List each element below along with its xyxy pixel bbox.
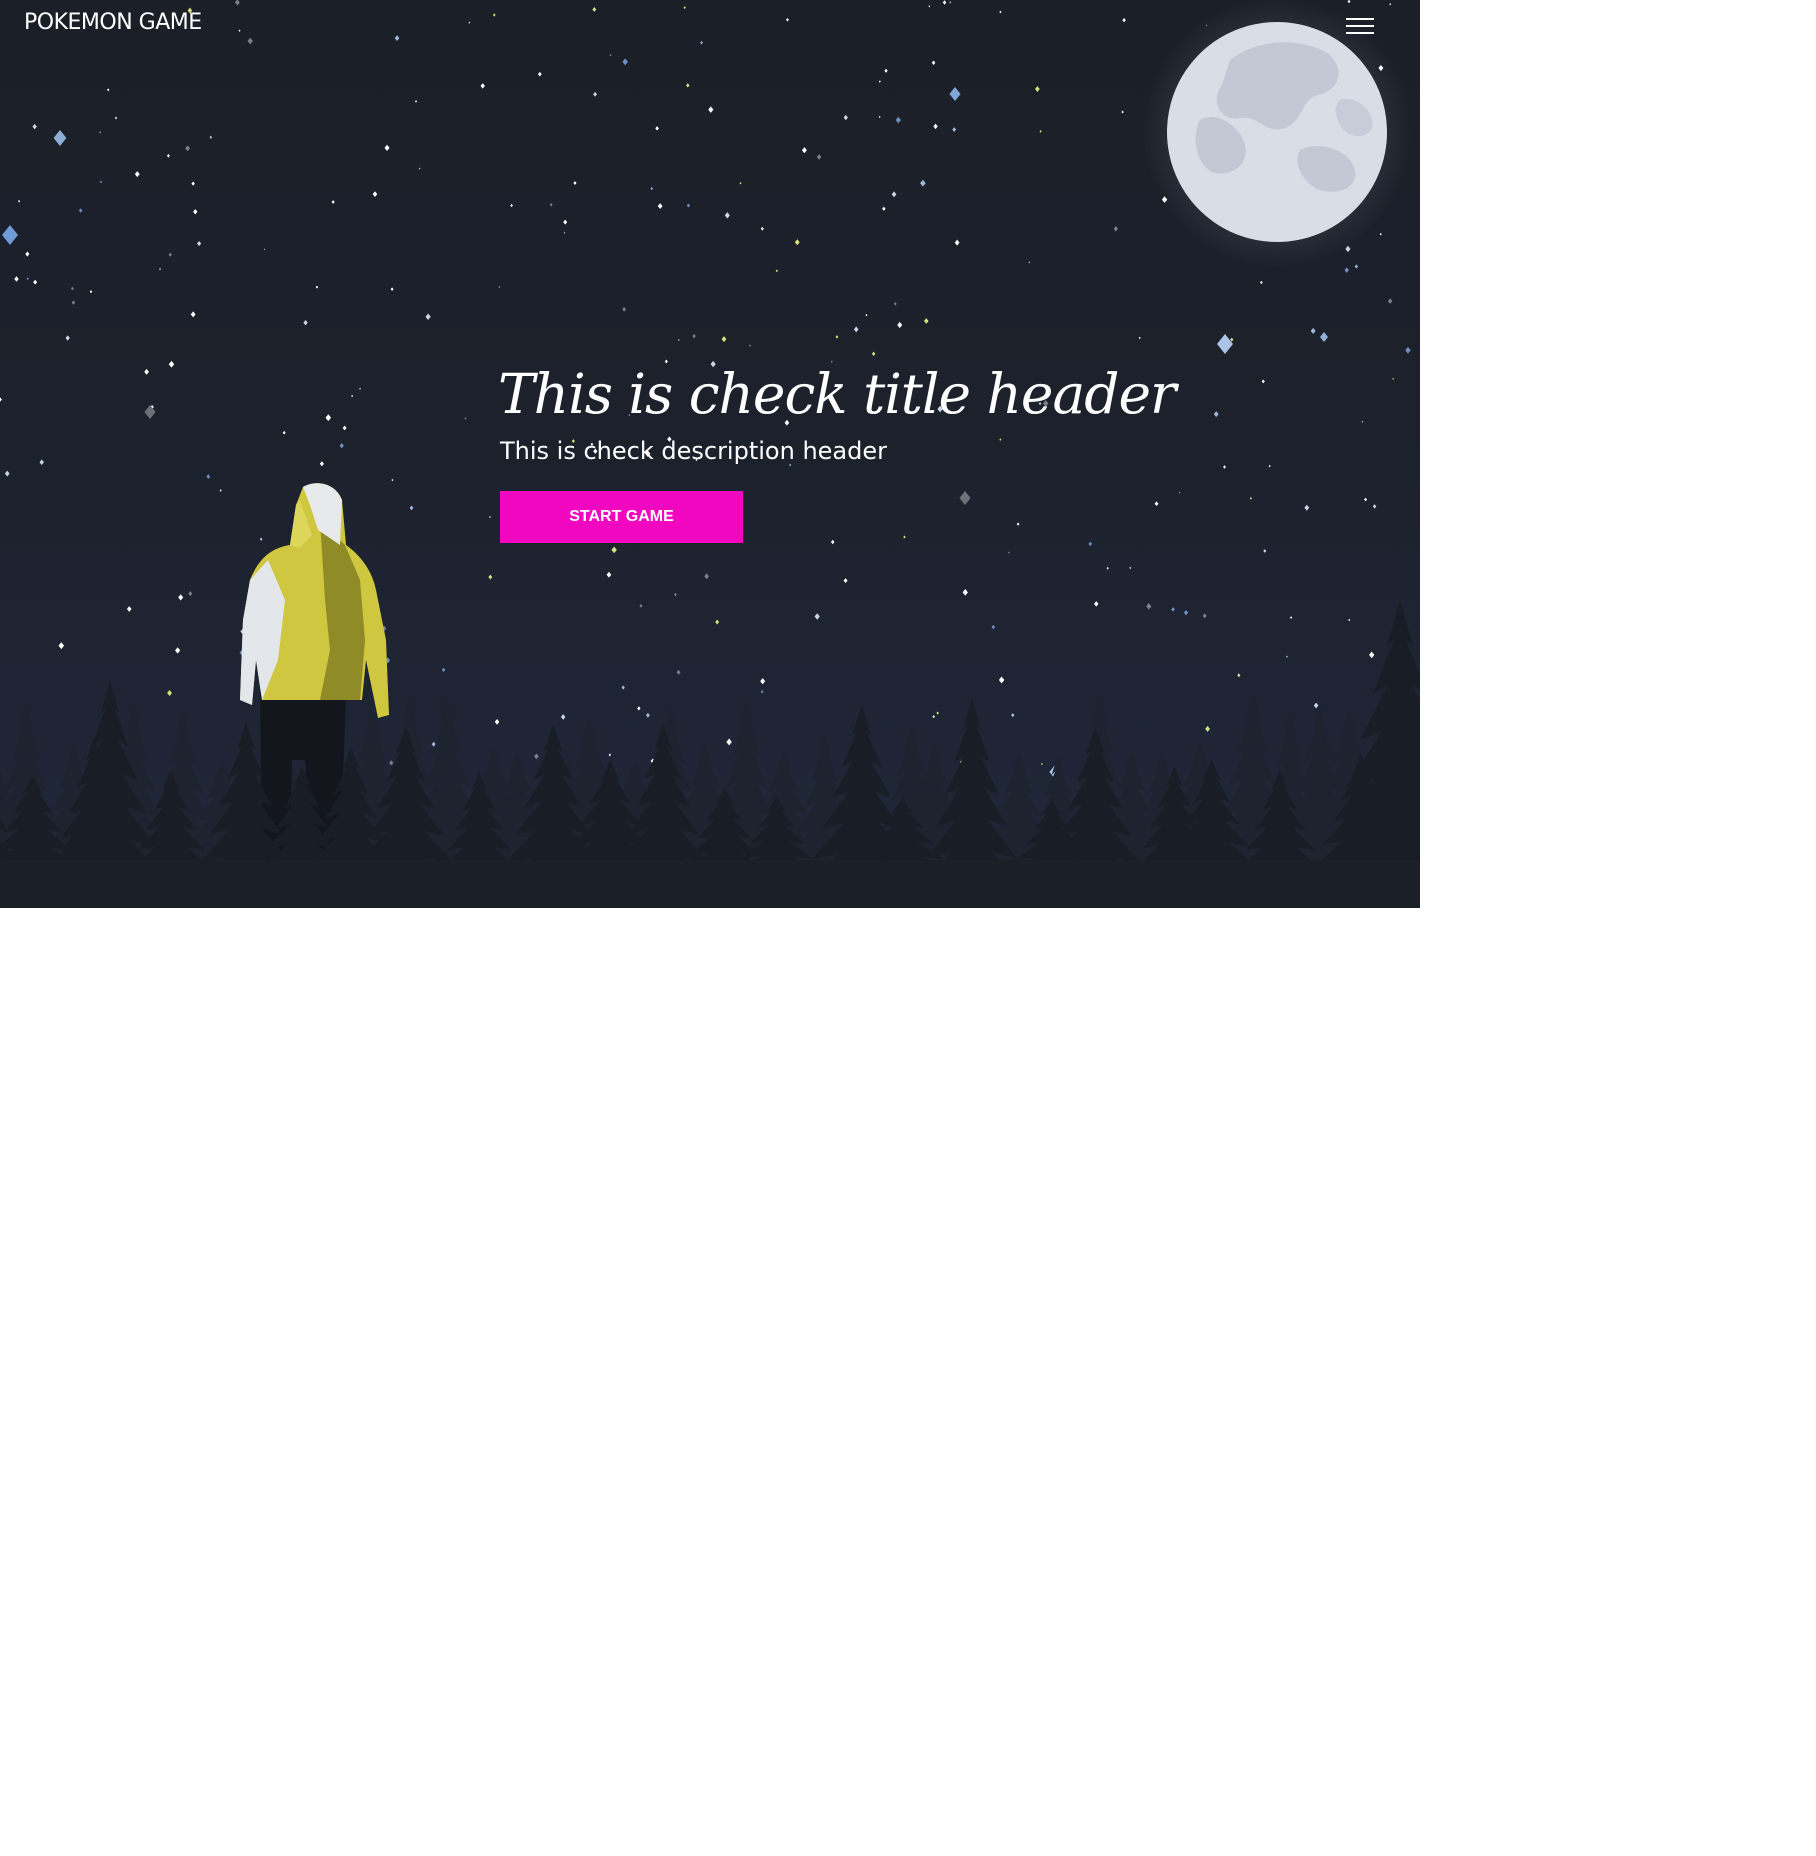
menu-line (1346, 25, 1374, 27)
start-game-button[interactable]: START GAME (500, 491, 743, 543)
menu-line (1346, 18, 1374, 20)
menu-line (1346, 32, 1374, 34)
hero-title: This is check title header (498, 362, 1176, 426)
moon-icon (1142, 0, 1412, 267)
hero-description: This is check description header (500, 437, 887, 465)
hamburger-menu-icon[interactable] (1344, 14, 1376, 38)
hero-section: POKEMON GAME This is check title header … (0, 0, 1420, 908)
brand-title[interactable]: POKEMON GAME (24, 10, 202, 35)
